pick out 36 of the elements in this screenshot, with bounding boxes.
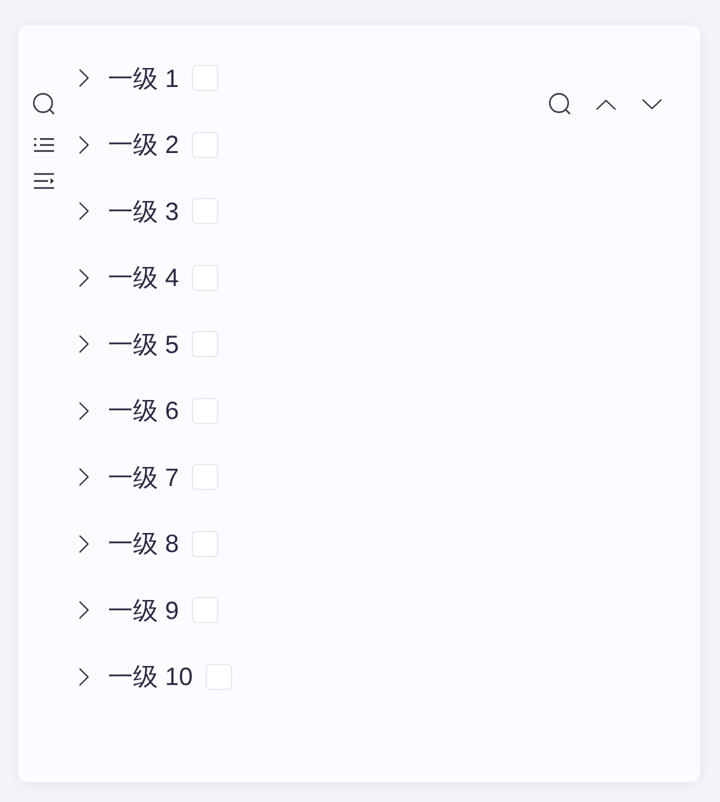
tree-node-label[interactable]: 一级 10 xyxy=(108,660,193,694)
search-icon[interactable] xyxy=(548,92,572,116)
checkbox[interactable] xyxy=(206,664,232,690)
checkbox[interactable] xyxy=(192,264,218,291)
tree-node-label[interactable]: 一级 8 xyxy=(108,527,179,560)
tree-node-label[interactable]: 一级 4 xyxy=(108,261,179,294)
checkbox[interactable] xyxy=(192,331,218,358)
chevron-icon[interactable] xyxy=(78,400,90,421)
list-icon[interactable] xyxy=(33,137,55,153)
indent-icon[interactable] xyxy=(33,172,55,190)
caret-down-icon[interactable] xyxy=(642,98,662,110)
tree-node-label[interactable]: 一级 5 xyxy=(108,328,179,361)
tree-node-label[interactable]: 一级 7 xyxy=(108,460,179,494)
checkbox[interactable] xyxy=(192,65,218,92)
chevron-icon[interactable] xyxy=(78,134,90,155)
caret-up-icon[interactable] xyxy=(596,98,616,110)
checkbox[interactable] xyxy=(192,530,218,557)
checkbox[interactable] xyxy=(192,464,218,490)
checkbox[interactable] xyxy=(192,597,218,624)
chevron-icon[interactable] xyxy=(78,268,90,288)
chevron-icon[interactable] xyxy=(78,467,90,488)
tree-node-label[interactable]: 一级 6 xyxy=(108,394,179,428)
checkbox[interactable] xyxy=(192,398,218,424)
tree-node-label[interactable]: 一级 9 xyxy=(108,594,179,627)
tree-node-label[interactable]: 一级 1 xyxy=(108,62,179,95)
checkbox[interactable] xyxy=(192,198,218,224)
chevron-icon[interactable] xyxy=(78,334,90,354)
tree-node-label[interactable]: 一级 3 xyxy=(108,194,179,228)
chevron-icon[interactable] xyxy=(78,201,90,222)
search-icon[interactable] xyxy=(32,92,56,116)
checkbox[interactable] xyxy=(192,132,218,158)
chevron-icon[interactable] xyxy=(78,600,90,620)
chevron-icon[interactable] xyxy=(78,666,90,687)
chevron-icon[interactable] xyxy=(78,534,90,554)
chevron-icon[interactable] xyxy=(78,68,90,88)
tree-node-label[interactable]: 一级 2 xyxy=(108,128,179,162)
